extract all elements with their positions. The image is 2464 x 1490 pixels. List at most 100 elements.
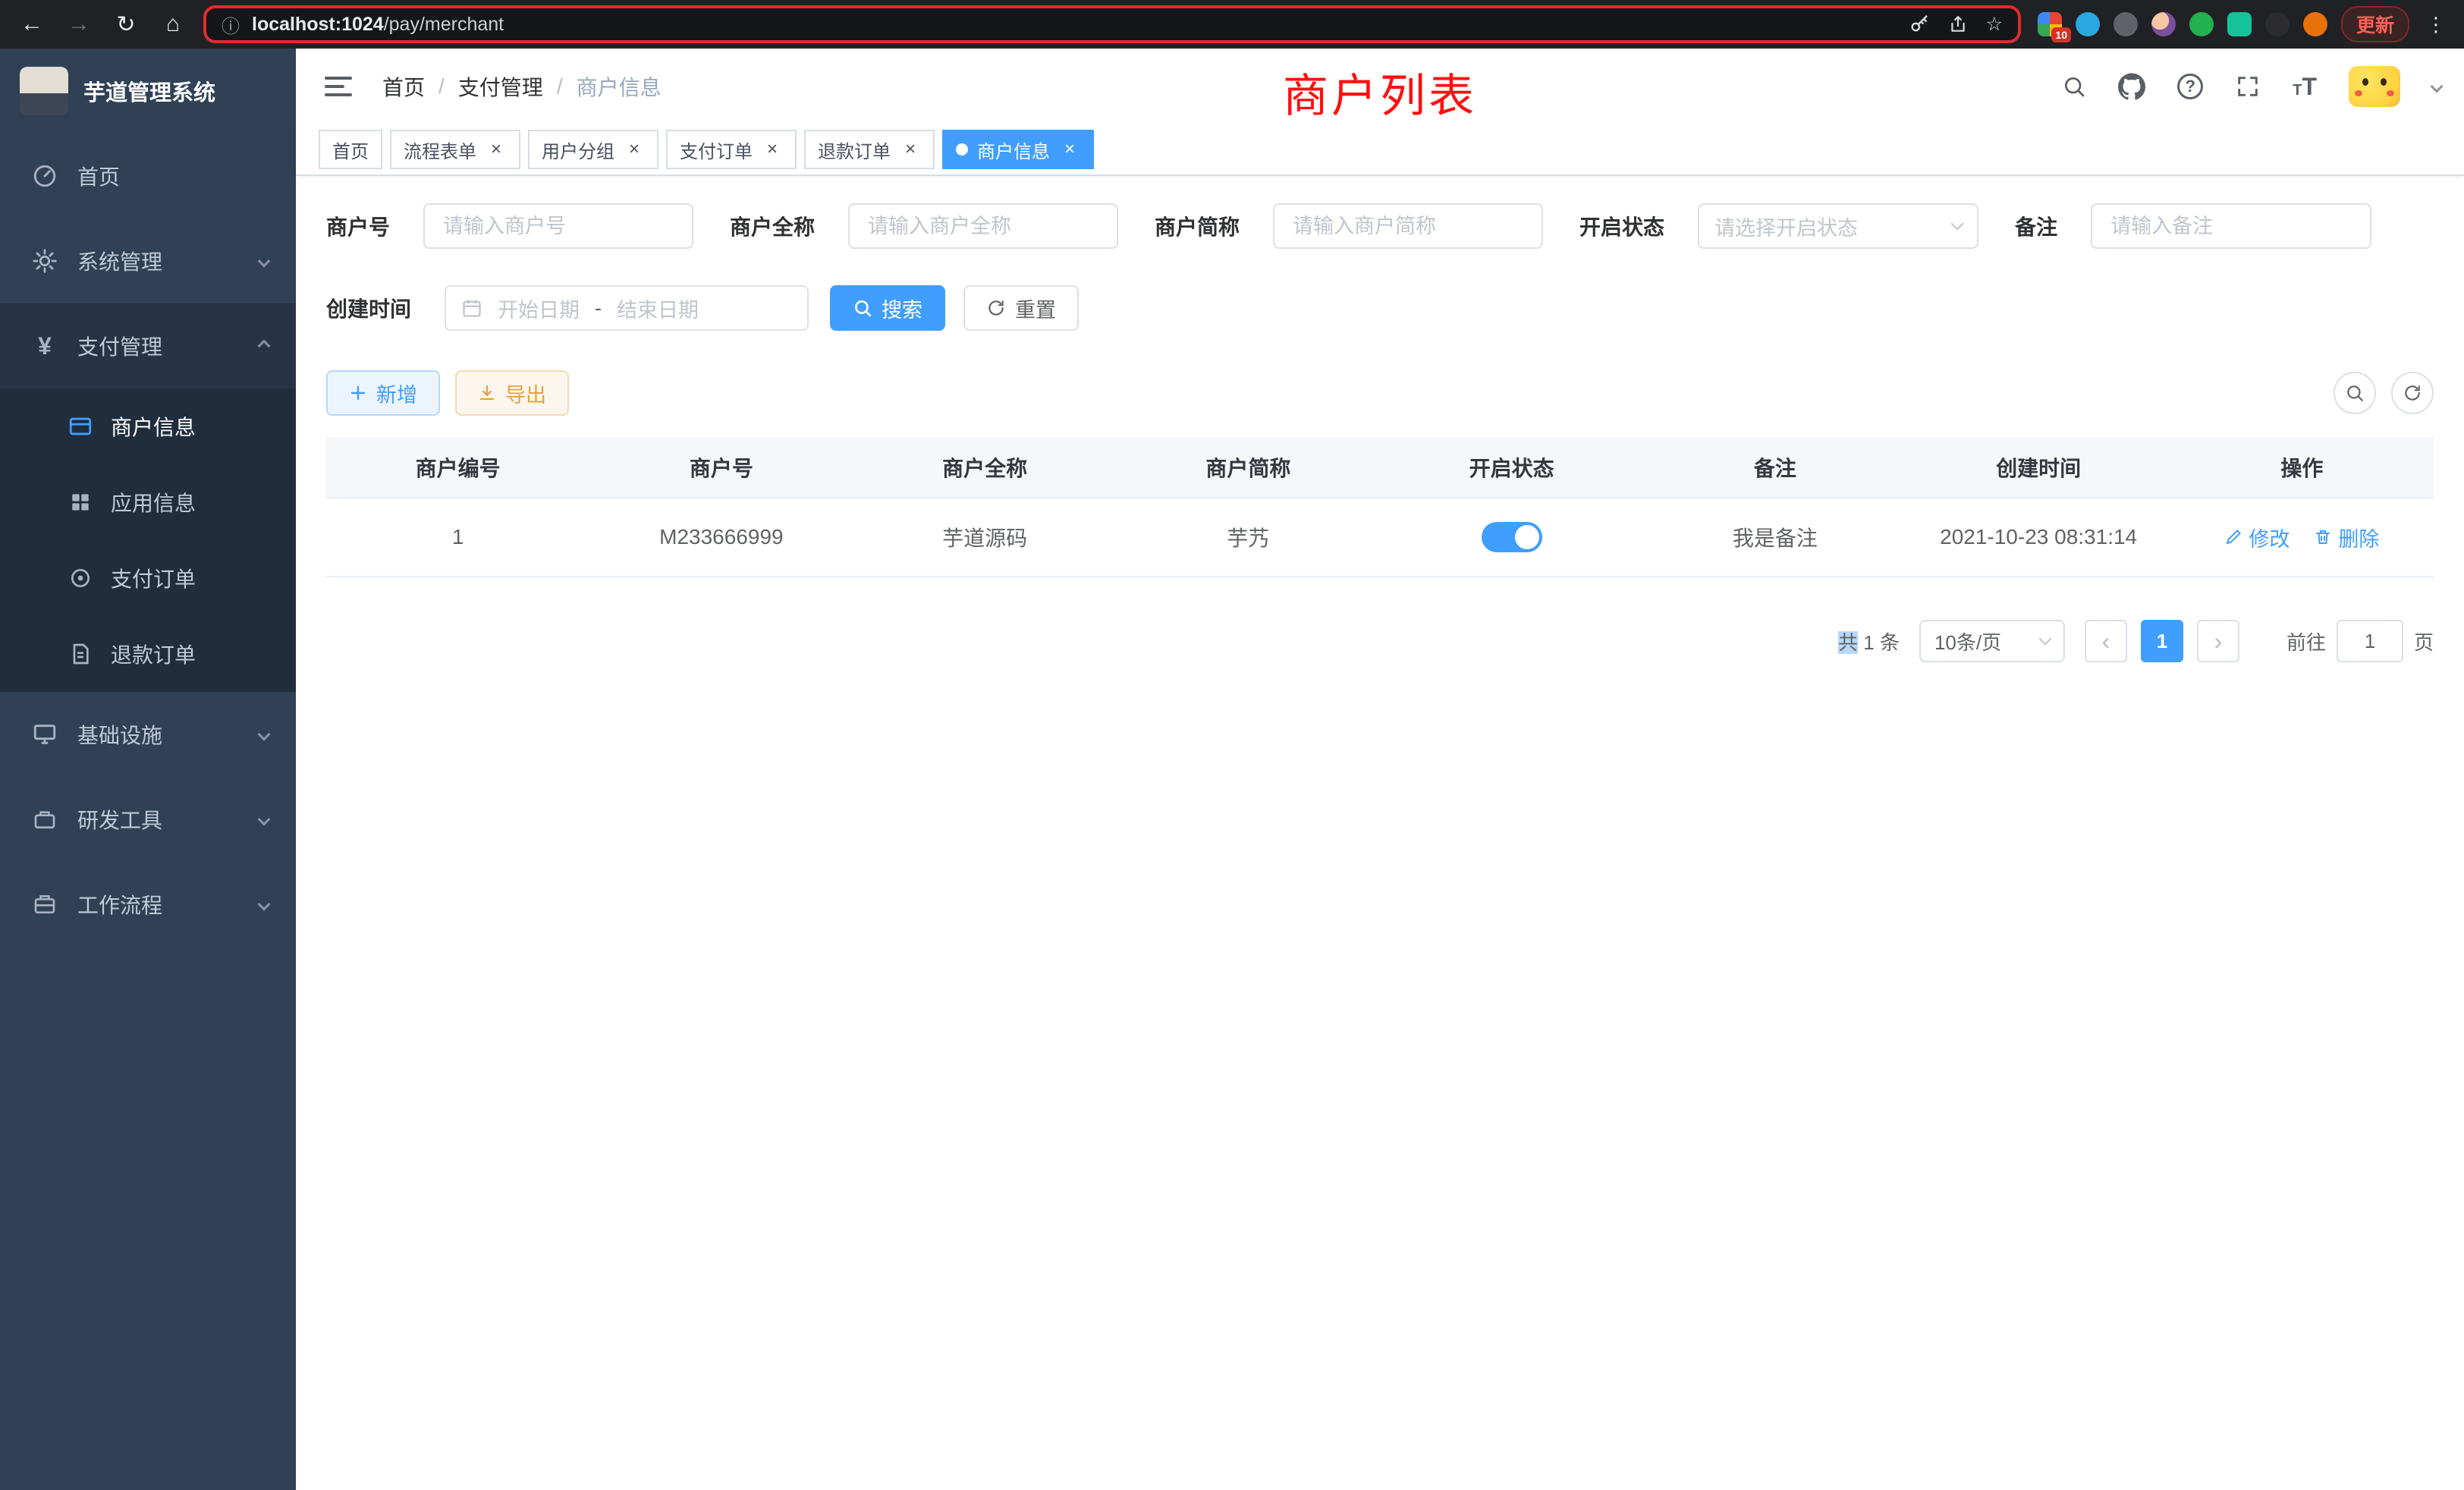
- tab-pay-order[interactable]: 支付订单 ×: [666, 130, 797, 169]
- filter-short-name: 商户简称: [1155, 203, 1543, 249]
- export-button[interactable]: 导出: [455, 370, 569, 416]
- close-icon[interactable]: ×: [486, 139, 507, 160]
- sidebar-item-system[interactable]: 系统管理: [0, 218, 296, 303]
- tab-home[interactable]: 首页: [319, 130, 382, 169]
- extension-icon-green-circle[interactable]: [2189, 12, 2214, 36]
- close-icon[interactable]: ×: [762, 139, 783, 160]
- sidebar-item-infra[interactable]: 基础设施: [0, 692, 296, 777]
- sidebar-item-refund-order[interactable]: 退款订单: [0, 616, 296, 692]
- tab-label: 首页: [332, 137, 369, 163]
- app: 芋道管理系统 首页 系统管理: [0, 49, 2464, 1490]
- github-icon[interactable]: [2118, 73, 2145, 100]
- breadcrumb-item[interactable]: 首页: [382, 71, 425, 102]
- edit-link-label: 修改: [2249, 523, 2290, 552]
- search-button[interactable]: 搜索: [830, 285, 945, 331]
- url-host: localhost:1024: [252, 14, 384, 35]
- status-toggle[interactable]: [1482, 522, 1542, 552]
- close-icon[interactable]: ×: [900, 139, 921, 160]
- next-page-icon[interactable]: ›: [2197, 620, 2239, 662]
- delete-link[interactable]: 删除: [2314, 523, 2379, 552]
- col-merchant-id: 商户编号: [326, 437, 589, 498]
- forward-icon[interactable]: →: [62, 8, 96, 41]
- extension-icon-gray[interactable]: [2114, 12, 2138, 36]
- short-name-input[interactable]: [1273, 203, 1543, 249]
- close-icon[interactable]: ×: [624, 139, 645, 160]
- user-menu-caret-icon[interactable]: [2431, 80, 2444, 93]
- prev-page-icon[interactable]: ‹: [2085, 620, 2127, 662]
- status-select[interactable]: 请选择开启状态: [1698, 203, 1978, 249]
- sidebar-item-label: 首页: [77, 161, 120, 191]
- sidebar-item-payment[interactable]: ¥ 支付管理: [0, 303, 296, 388]
- share-icon[interactable]: [1948, 14, 1968, 34]
- col-create-time: 创建时间: [1907, 437, 2170, 498]
- home-icon[interactable]: ⌂: [156, 8, 190, 41]
- sidebar-item-devtools[interactable]: 研发工具: [0, 777, 296, 862]
- hamburger-icon[interactable]: [319, 69, 358, 104]
- browser-menu-icon[interactable]: ⋮: [2423, 13, 2449, 36]
- browser-chrome: ← → ↻ ⌂ ⓘ localhost:1024/pay/merchant ☆ …: [0, 0, 2464, 49]
- tab-merchant-info[interactable]: 商户信息 ×: [942, 130, 1094, 169]
- page-number-current[interactable]: 1: [2141, 620, 2183, 662]
- tab-user-group[interactable]: 用户分组 ×: [528, 130, 658, 169]
- sidebar-item-pay-order[interactable]: 支付订单: [0, 540, 296, 616]
- export-button-label: 导出: [505, 379, 546, 408]
- search-icon[interactable]: [2062, 74, 2086, 99]
- goto-page-input[interactable]: [2337, 620, 2403, 662]
- add-button[interactable]: 新增: [326, 370, 440, 416]
- full-name-input[interactable]: [848, 203, 1118, 249]
- sidebar-item-app-info[interactable]: 应用信息: [0, 464, 296, 540]
- goto-page: 前往 页: [2286, 620, 2434, 662]
- total-count-rest: 1 条: [1863, 631, 1900, 654]
- password-key-icon[interactable]: [1909, 14, 1930, 35]
- sidebar-item-merchant-info[interactable]: 商户信息: [0, 388, 296, 464]
- breadcrumb: 首页 / 支付管理 / 商户信息: [382, 71, 662, 102]
- refresh-icon[interactable]: [2391, 372, 2434, 414]
- close-icon[interactable]: ×: [1059, 139, 1080, 160]
- main-area: 商户列表 首页 / 支付管理 / 商户信息: [296, 49, 2464, 1490]
- edit-link[interactable]: 修改: [2224, 523, 2290, 552]
- toggle-search-icon[interactable]: [2334, 372, 2376, 414]
- sidebar-item-label: 商户信息: [111, 411, 196, 442]
- reset-button[interactable]: 重置: [963, 285, 1079, 331]
- user-avatar[interactable]: [2349, 66, 2400, 107]
- page-content: 商户号 商户全称 商户简称 开启状态 请选择开启状态: [296, 176, 2464, 1490]
- sidebar-group-payment: ¥ 支付管理 商户信息: [0, 303, 296, 692]
- toolbox-icon: [30, 807, 59, 831]
- site-info-icon[interactable]: ⓘ: [222, 11, 240, 38]
- chevron-down-icon: [258, 255, 271, 268]
- breadcrumb-item[interactable]: 支付管理: [458, 71, 543, 102]
- fullscreen-icon[interactable]: [2235, 74, 2261, 99]
- breadcrumb-separator: /: [438, 74, 445, 99]
- extension-icon-dark[interactable]: [2265, 12, 2290, 36]
- tab-refund-order[interactable]: 退款订单 ×: [804, 130, 935, 169]
- field-label: 商户号: [326, 211, 390, 241]
- date-range-picker[interactable]: 开始日期 - 结束日期: [445, 285, 809, 331]
- sidebar-item-home[interactable]: 首页: [0, 134, 296, 218]
- extension-icon-orange[interactable]: [2303, 12, 2327, 36]
- sidebar-item-workflow[interactable]: 工作流程: [0, 862, 296, 947]
- cell-create-time: 2021-10-23 08:31:14: [1907, 498, 2170, 577]
- tab-process-form[interactable]: 流程表单 ×: [390, 130, 520, 169]
- reload-icon[interactable]: ↻: [109, 8, 143, 41]
- bookmark-star-icon[interactable]: ☆: [1986, 13, 2003, 36]
- extension-icon-grid[interactable]: 10: [2038, 12, 2062, 36]
- url-path: /pay/merchant: [384, 14, 504, 35]
- remark-input[interactable]: [2091, 203, 2371, 249]
- font-size-icon[interactable]: TT: [2293, 74, 2317, 99]
- browser-update-button[interactable]: 更新: [2341, 6, 2409, 42]
- page-size-select[interactable]: 10条/页: [1919, 620, 2065, 662]
- filter-row-1: 商户号 商户全称 商户简称 开启状态 请选择开启状态: [326, 203, 2434, 249]
- tab-label: 用户分组: [542, 137, 614, 163]
- goto-label: 前往: [2286, 627, 2326, 655]
- url-bar[interactable]: ⓘ localhost:1024/pay/merchant ☆: [203, 5, 2021, 43]
- extension-icon-avatar[interactable]: [2151, 12, 2176, 36]
- app-logo[interactable]: 芋道管理系统: [0, 49, 296, 134]
- extension-icon-green-square[interactable]: [2227, 12, 2252, 36]
- merchant-no-input[interactable]: [423, 203, 693, 249]
- extension-icon-blue[interactable]: [2076, 12, 2100, 36]
- sidebar-item-label: 应用信息: [111, 487, 196, 517]
- back-icon[interactable]: ←: [15, 8, 49, 41]
- extensions-area: 10: [2038, 12, 2327, 36]
- merchant-table: 商户编号 商户号 商户全称 商户简称 开启状态 备注 创建时间 操作 1: [326, 437, 2434, 577]
- help-icon[interactable]: ?: [2177, 74, 2203, 99]
